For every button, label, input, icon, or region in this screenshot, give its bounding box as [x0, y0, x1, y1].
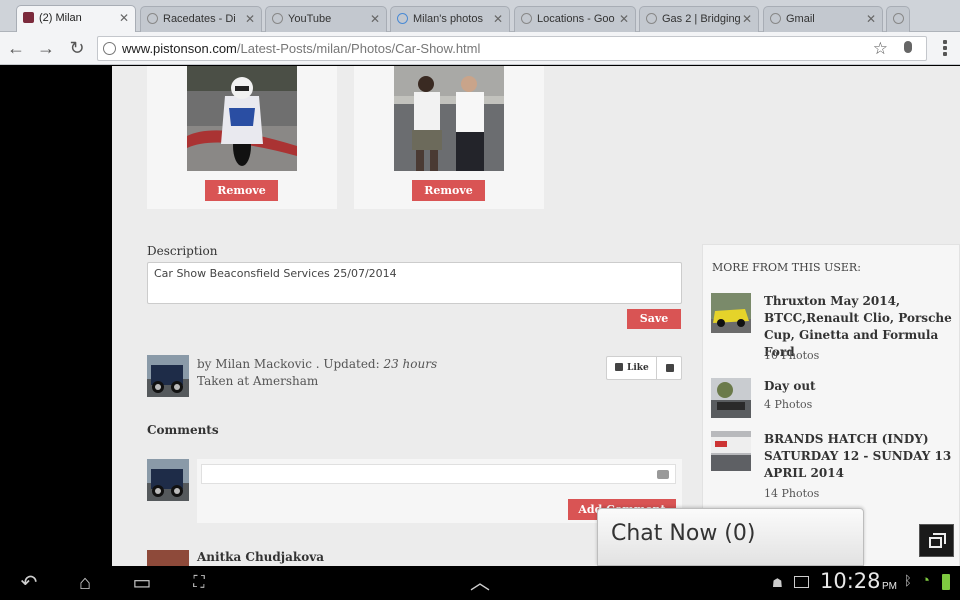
close-icon[interactable]: ✕ — [493, 12, 503, 26]
tab-label: Gmail — [786, 13, 815, 25]
album-photo-count: 4 Photos — [764, 398, 813, 411]
author-name: by Milan Mackovic . Updated: — [197, 357, 384, 371]
url-domain: www.pistonson.com — [122, 41, 237, 56]
globe-icon — [103, 42, 116, 55]
battery-icon — [942, 574, 950, 590]
tab-label: YouTube — [288, 13, 332, 25]
paddock-photo[interactable] — [394, 66, 504, 171]
photos-favicon-icon — [397, 13, 408, 24]
album-title[interactable]: BRANDS HATCH (INDY) SATURDAY 12 - SUNDAY… — [764, 431, 954, 482]
screenshot-icon[interactable]: ⛶ — [184, 566, 214, 600]
browser-toolbar: ← → ↻ www.pistonson.com/Latest-Posts/mil… — [0, 32, 960, 65]
forward-arrow-icon[interactable]: → — [36, 38, 56, 58]
chevron-up-icon[interactable]: ︿ — [465, 566, 495, 600]
comment-input[interactable] — [201, 464, 676, 484]
site-favicon-icon — [23, 12, 34, 23]
tab-bar: (2) Milan ✕ Racedates - Di ✕ YouTube ✕ M… — [0, 0, 960, 33]
commenter-name[interactable]: Anitka Chudjakova — [197, 550, 324, 564]
globe-icon — [646, 13, 657, 24]
tab-youtube[interactable]: YouTube ✕ — [265, 6, 387, 32]
recent-apps-icon[interactable]: ▭ — [127, 566, 157, 600]
chat-now-button[interactable]: Chat Now (0) — [597, 508, 864, 566]
back-icon[interactable]: ↶ — [14, 566, 44, 600]
close-icon[interactable]: ✕ — [866, 12, 876, 26]
tab-label: (2) Milan — [39, 12, 82, 24]
globe-icon — [272, 13, 283, 24]
home-icon[interactable]: ⌂ — [70, 566, 100, 600]
avatar[interactable] — [147, 355, 189, 397]
album-photo-count: 14 Photos — [764, 487, 820, 500]
tab-milan[interactable]: (2) Milan ✕ — [16, 5, 136, 33]
tab-racedates[interactable]: Racedates - Di ✕ — [140, 6, 262, 32]
like-button[interactable]: Like — [607, 357, 657, 379]
overlay-window-icon[interactable] — [919, 524, 954, 557]
reload-icon[interactable]: ↻ — [67, 38, 87, 58]
menu-icon[interactable] — [943, 40, 947, 58]
close-icon[interactable]: ✕ — [619, 12, 629, 26]
description-label: Description — [147, 244, 218, 258]
dislike-button[interactable] — [658, 357, 682, 379]
thumbs-down-icon — [666, 364, 674, 372]
close-icon[interactable]: ✕ — [742, 12, 752, 26]
remove-button[interactable]: Remove — [412, 180, 485, 201]
globe-icon — [521, 13, 532, 24]
address-bar[interactable]: www.pistonson.com/Latest-Posts/milan/Pho… — [97, 36, 927, 61]
tab-label: Milan's photos — [413, 13, 483, 25]
photo-card: Remove — [147, 66, 337, 209]
album-thumbnail[interactable] — [711, 378, 751, 418]
description-field[interactable]: Car Show Beaconsfield Services 25/07/201… — [147, 262, 682, 304]
updated-time: 23 hours — [383, 357, 438, 371]
album-thumbnail[interactable] — [711, 293, 751, 333]
sidebar-title: MORE FROM THIS USER: — [712, 261, 861, 274]
avatar[interactable] — [147, 459, 189, 501]
save-button[interactable]: Save — [627, 309, 681, 329]
author-byline: by Milan Mackovic . Updated: 23 hours Ta… — [197, 356, 437, 390]
tab-locations[interactable]: Locations - Goo ✕ — [514, 6, 636, 32]
avatar[interactable] — [147, 550, 189, 566]
android-icon: ☗ — [772, 576, 783, 590]
clock-ampm: PM — [882, 581, 897, 592]
album-thumbnail[interactable] — [711, 431, 751, 471]
author-line: by Milan Mackovic . Updated: 23 hours — [197, 356, 437, 373]
tab-label: Locations - Goo — [537, 13, 615, 25]
tab-label: Gas 2 | Bridging — [662, 13, 741, 25]
like-label: Like — [627, 363, 649, 373]
motorcycle-photo[interactable] — [187, 66, 297, 171]
back-arrow-icon[interactable]: ← — [6, 38, 26, 58]
main-content: Remove Remove Description Car Show Beaco… — [112, 66, 960, 566]
photo-location: Taken at Amersham — [197, 374, 319, 388]
globe-icon — [893, 13, 904, 24]
gallery-icon — [794, 576, 809, 588]
wifi-icon: ◔ — [921, 572, 931, 589]
screen: (2) Milan ✕ Racedates - Di ✕ YouTube ✕ M… — [0, 0, 960, 600]
globe-icon — [770, 13, 781, 24]
url-text[interactable]: www.pistonson.com/Latest-Posts/milan/Pho… — [122, 41, 480, 56]
web-page: Remove Remove Description Car Show Beaco… — [0, 66, 960, 566]
bluetooth-icon: ᛒ — [904, 573, 912, 588]
like-widget: Like — [606, 356, 682, 380]
photo-card: Remove — [354, 66, 544, 209]
globe-icon — [147, 13, 158, 24]
bookmark-star-icon[interactable]: ☆ — [873, 39, 888, 59]
tab-overflow[interactable] — [886, 6, 910, 32]
comments-heading: Comments — [147, 423, 219, 437]
url-path: /Latest-Posts/milan/Photos/Car-Show.html — [236, 41, 481, 56]
close-icon[interactable]: ✕ — [370, 12, 380, 26]
clock: 10:28 — [820, 569, 881, 593]
tab-gas2[interactable]: Gas 2 | Bridging ✕ — [639, 6, 759, 32]
close-icon[interactable]: ✕ — [245, 12, 255, 26]
tab-milans-photos[interactable]: Milan's photos ✕ — [390, 6, 510, 32]
tab-gmail[interactable]: Gmail ✕ — [763, 6, 883, 32]
camera-icon[interactable] — [657, 470, 669, 479]
close-icon[interactable]: ✕ — [119, 11, 129, 25]
album-title[interactable]: Day out — [764, 378, 954, 395]
thumbs-up-icon — [615, 363, 623, 371]
system-bar: ↶ ⌂ ▭ ⛶ ︿ ☗ 10:28 PM ᛒ ◔ — [0, 566, 960, 600]
tab-label: Racedates - Di — [163, 13, 236, 25]
remove-button[interactable]: Remove — [205, 180, 278, 201]
album-photo-count: 10 Photos — [764, 349, 820, 362]
microphone-icon[interactable] — [904, 41, 912, 53]
